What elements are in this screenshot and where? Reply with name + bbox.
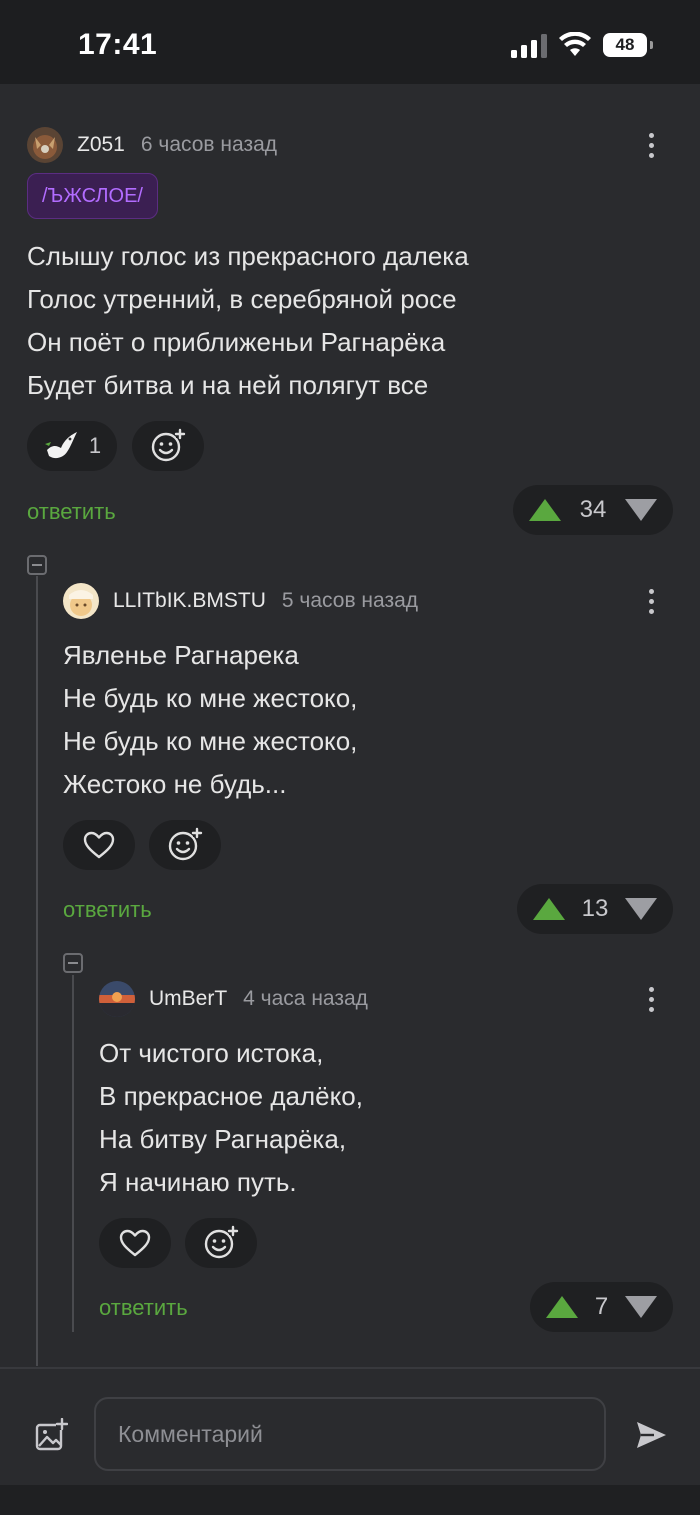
reaction-count: 1 — [88, 433, 102, 458]
avatar[interactable] — [63, 583, 99, 619]
comment-header: Z051 6 часов назад — [27, 127, 277, 163]
comment-line: В прекрасное далёко, — [99, 1081, 363, 1111]
comment-z051: Z051 6 часов назад /ЪЖСЛОЕ/ Слышу голос … — [27, 127, 673, 537]
like-button[interactable] — [99, 1218, 171, 1268]
status-bar: 17:41 48 — [0, 0, 700, 84]
upvote-icon[interactable] — [546, 1296, 578, 1318]
comment-line: Я начинаю путь. — [99, 1167, 297, 1197]
more-options-icon[interactable] — [639, 981, 663, 1017]
comment-line: На битву Рагнарёка, — [99, 1124, 347, 1154]
reply-link[interactable]: ответить — [63, 897, 152, 923]
reply-link[interactable]: ответить — [99, 1295, 188, 1321]
comment-line: Жестоко не будь... — [63, 769, 287, 799]
add-reaction-button[interactable] — [185, 1218, 257, 1268]
comment-body: Слышу голос из прекрасного далека Голос … — [27, 235, 647, 407]
downvote-icon[interactable] — [624, 898, 657, 920]
thread-line[interactable] — [72, 975, 74, 1332]
vote-score: 34 — [579, 496, 607, 523]
downvote-icon[interactable] — [624, 1296, 657, 1318]
heart-icon — [83, 831, 115, 859]
comment-line: Слышу голос из прекрасного далека — [27, 241, 469, 271]
add-emoji-icon — [204, 1225, 239, 1259]
author-name[interactable]: UmBerT — [149, 987, 227, 1011]
like-button[interactable] — [63, 820, 135, 870]
vote-control: 7 — [530, 1282, 673, 1332]
thread-line[interactable] — [36, 576, 38, 1366]
status-time: 17:41 — [78, 28, 158, 61]
author-name[interactable]: Z051 — [77, 133, 125, 157]
vote-score: 7 — [594, 1293, 609, 1320]
collapse-thread-button[interactable] — [63, 953, 83, 973]
dove-icon — [44, 432, 77, 459]
comment-line: От чистого истока, — [99, 1038, 324, 1068]
comment-body: Явленье Рагнарека Не будь ко мне жестоко… — [63, 634, 643, 806]
more-options-icon[interactable] — [639, 127, 663, 163]
vote-control: 34 — [513, 485, 673, 535]
vote-score: 13 — [581, 895, 609, 922]
reaction-dove-button[interactable]: 1 — [27, 421, 117, 471]
collapse-thread-button[interactable] — [27, 555, 47, 575]
attach-image-icon[interactable] — [34, 1418, 68, 1452]
comment-line: Будет битва и на ней полягут все — [27, 370, 429, 400]
battery-indicator: 48 — [603, 33, 653, 57]
comment-input-field[interactable] — [94, 1397, 606, 1471]
send-icon[interactable] — [634, 1418, 668, 1452]
comment-header: LLITbIK.BMSTU 5 часов назад — [63, 583, 418, 619]
comment-input[interactable] — [96, 1399, 604, 1469]
comment-header: UmBerT 4 часа назад — [99, 981, 368, 1017]
comment-line: Он поёт о приближеньи Рагнарёка — [27, 327, 446, 357]
avatar[interactable] — [99, 981, 135, 1017]
cellular-signal-icon — [511, 34, 547, 58]
add-reaction-button[interactable] — [149, 820, 221, 870]
reply-link[interactable]: ответить — [27, 499, 116, 525]
bottom-bar — [0, 1485, 700, 1515]
add-emoji-icon — [151, 428, 186, 462]
downvote-icon[interactable] — [624, 499, 657, 521]
heart-icon — [119, 1229, 151, 1257]
comment-llitbik: LLITbIK.BMSTU 5 часов назад Явленье Рагн… — [63, 583, 673, 935]
upvote-icon[interactable] — [533, 898, 565, 920]
more-options-icon[interactable] — [639, 583, 663, 619]
wifi-icon — [559, 32, 591, 56]
avatar[interactable] — [27, 127, 63, 163]
comment-line: Явленье Рагнарека — [63, 640, 299, 670]
vote-control: 13 — [517, 884, 673, 934]
comment-time: 4 часа назад — [243, 987, 368, 1010]
comment-umbert: UmBerT 4 часа назад От чистого истока, В… — [99, 981, 673, 1333]
comment-line: Голос утренний, в серебряной росе — [27, 284, 457, 314]
user-tag[interactable]: /ЪЖСЛОЕ/ — [27, 173, 158, 219]
author-name[interactable]: LLITbIK.BMSTU — [113, 589, 266, 613]
upvote-icon[interactable] — [529, 499, 561, 521]
comment-time: 6 часов назад — [140, 133, 278, 156]
comment-line: Не будь ко мне жестоко, — [63, 683, 358, 713]
add-emoji-icon — [168, 827, 203, 861]
add-reaction-button[interactable] — [132, 421, 204, 471]
comment-line: Не будь ко мне жестоко, — [63, 726, 358, 756]
comment-time: 5 часов назад — [281, 589, 419, 612]
comment-body: От чистого истока, В прекрасное далёко, … — [99, 1032, 639, 1204]
